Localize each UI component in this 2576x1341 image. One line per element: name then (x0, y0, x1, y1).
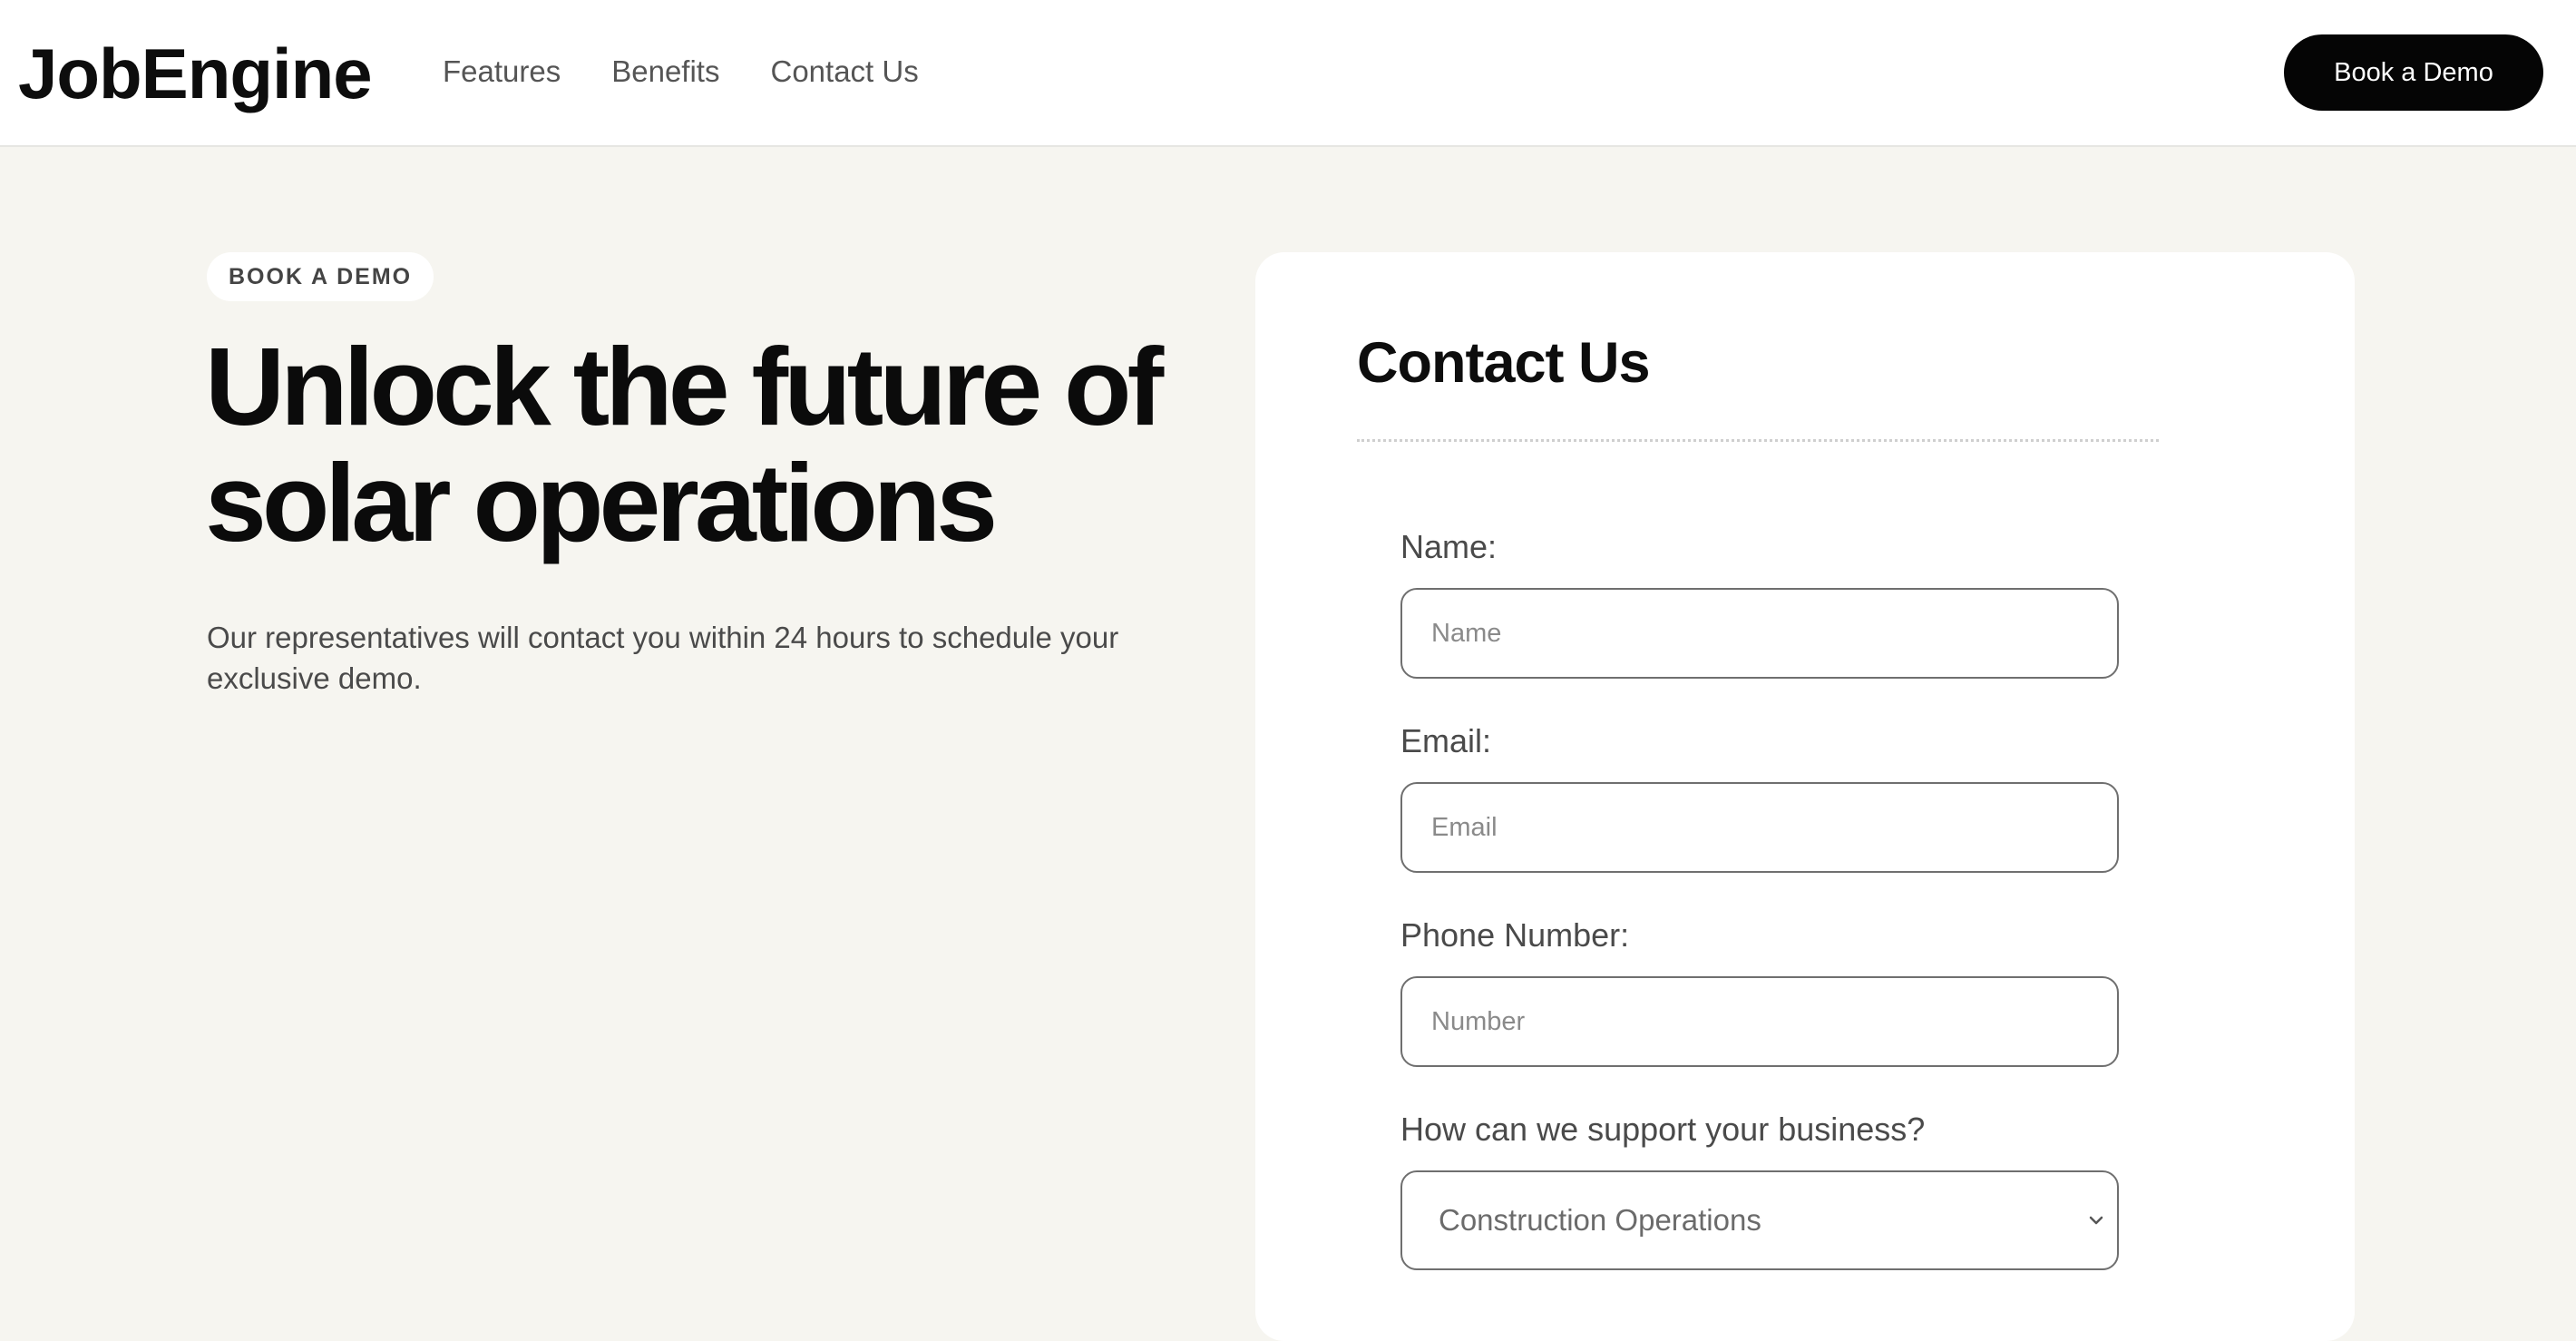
chevron-down-icon (2089, 1216, 2103, 1225)
eyebrow-badge: BOOK A DEMO (207, 252, 434, 301)
logo[interactable]: JobEngine (18, 31, 373, 116)
phone-input[interactable] (1400, 976, 2119, 1067)
headline-line-2: solar operations (205, 441, 998, 564)
support-label: How can we support your business? (1400, 1111, 1926, 1148)
name-input[interactable] (1400, 588, 2119, 679)
hero-subtext: Our representatives will contact you wit… (207, 621, 1119, 695)
form-title: Contact Us (1357, 331, 1651, 395)
email-label: Email: (1400, 722, 1492, 759)
nav-link-contact-us[interactable]: Contact Us (770, 51, 918, 93)
form-divider (1357, 439, 2159, 442)
main-nav: Features Benefits Contact Us (443, 51, 919, 93)
top-navigation-bar: JobEngine Features Benefits Contact Us B… (0, 0, 2576, 147)
contact-form-card: Contact Us Name: Email: Phone Number: Ho… (1255, 252, 2355, 1341)
headline-line-1: Unlock the future of (205, 325, 1164, 448)
name-label: Name: (1400, 528, 1498, 565)
book-demo-button[interactable]: Book a Demo (2284, 34, 2543, 111)
nav-link-benefits[interactable]: Benefits (611, 51, 719, 93)
nav-link-features[interactable]: Features (443, 51, 561, 93)
hero-headline: Unlock the future of solar operations (205, 328, 1275, 561)
support-select[interactable]: Construction Operations (1400, 1170, 2119, 1270)
email-input[interactable] (1400, 782, 2119, 873)
phone-label: Phone Number: (1400, 916, 1630, 954)
support-select-value: Construction Operations (1439, 1203, 1761, 1237)
